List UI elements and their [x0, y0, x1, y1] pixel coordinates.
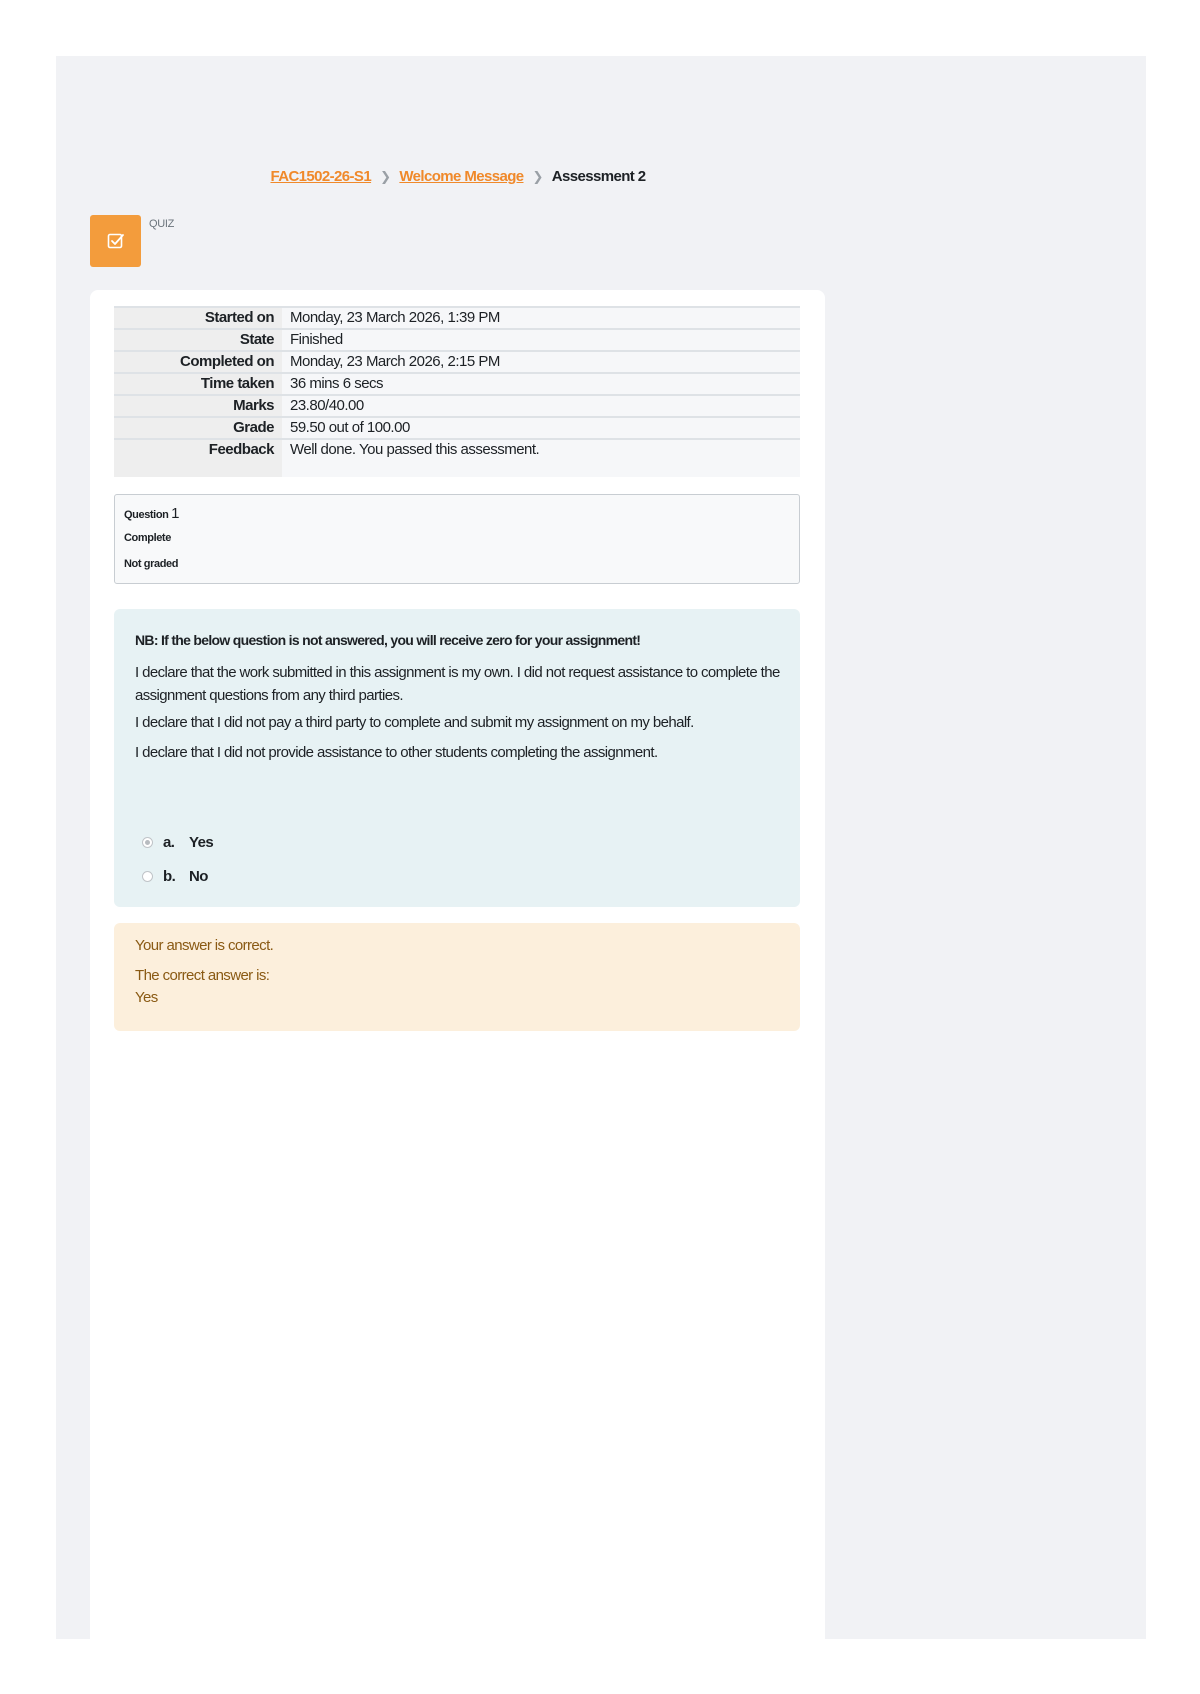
question-label: Question: [124, 509, 169, 521]
declaration-paragraph: I declare that the work submitted in thi…: [135, 664, 780, 704]
summary-label: State: [114, 328, 282, 351]
question-state: Complete: [124, 532, 171, 544]
summary-value: Monday, 23 March 2026, 2:15 PM: [282, 350, 800, 373]
breadcrumb-link-section[interactable]: Welcome Message: [399, 168, 524, 185]
module-type-label: QUIZ: [149, 218, 175, 230]
summary-row: Feedback Well done. You passed this asses…: [114, 438, 800, 477]
summary-row: Started on Monday, 23 March 2026, 1:39 PM: [114, 306, 800, 329]
answer-option-b[interactable]: b. No: [142, 868, 208, 885]
breadcrumb: FAC1502-26-S1 ❯ Welcome Message ❯ Assess…: [90, 168, 826, 185]
question-grade: Not graded: [124, 558, 179, 570]
right-answer-value: Yes: [135, 989, 158, 1006]
chevron-right-icon: ❯: [380, 168, 391, 184]
summary-row: State Finished: [114, 328, 800, 351]
answer-text: No: [189, 868, 208, 885]
summary-label: Feedback: [114, 438, 282, 477]
declaration-paragraph: I declare that I did not provide assista…: [135, 744, 658, 761]
summary-label: Time taken: [114, 372, 282, 395]
radio-button-selected[interactable]: [142, 837, 153, 848]
right-answer-label: The correct answer is:: [135, 967, 270, 984]
question-notice: NB: If the below question is not answere…: [135, 632, 641, 648]
answer-text: Yes: [189, 834, 214, 851]
summary-row: Grade 59.50 out of 100.00: [114, 416, 800, 439]
summary-value: Finished: [282, 328, 800, 351]
chevron-right-icon: ❯: [532, 168, 544, 184]
summary-value: 59.50 out of 100.00: [282, 416, 800, 439]
answer-option-a[interactable]: a. Yes: [142, 834, 214, 851]
summary-label: Marks: [114, 394, 282, 417]
summary-value: 23.80/40.00: [282, 394, 800, 417]
attempt-summary-table: Started on Monday, 23 March 2026, 1:39 PM…: [114, 306, 800, 477]
summary-label: Grade: [114, 416, 282, 439]
question-info-box: Question 1 Complete Not graded: [114, 494, 800, 584]
summary-row: Time taken 36 mins 6 secs: [114, 372, 800, 395]
radio-button[interactable]: [142, 871, 153, 882]
breadcrumb-current: Assessment 2: [551, 168, 646, 185]
question-number: Question 1: [124, 505, 179, 522]
summary-value: Well done. You passed this assessment.: [282, 438, 800, 477]
summary-row: Marks 23.80/40.00: [114, 394, 800, 417]
summary-row: Completed on Monday, 23 March 2026, 2:15 …: [114, 350, 800, 373]
summary-label: Completed on: [114, 350, 282, 373]
answer-letter: b.: [163, 868, 176, 885]
breadcrumb-link-course[interactable]: FAC1502-26-S1: [270, 168, 371, 185]
question-outcome: Your answer is correct. The correct answ…: [114, 923, 800, 1031]
declaration-paragraph: I declare that I did not pay a third par…: [135, 714, 694, 731]
question-formulation: NB: If the below question is not answere…: [114, 609, 800, 907]
answer-letter: a.: [163, 834, 175, 851]
summary-value: 36 mins 6 secs: [282, 372, 800, 395]
quiz-checkbox-icon: [90, 215, 141, 267]
outcome-result: Your answer is correct.: [135, 937, 274, 954]
question-number-value: 1: [171, 505, 180, 522]
summary-value: Monday, 23 March 2026, 1:39 PM: [282, 306, 800, 329]
summary-label: Started on: [114, 306, 282, 329]
